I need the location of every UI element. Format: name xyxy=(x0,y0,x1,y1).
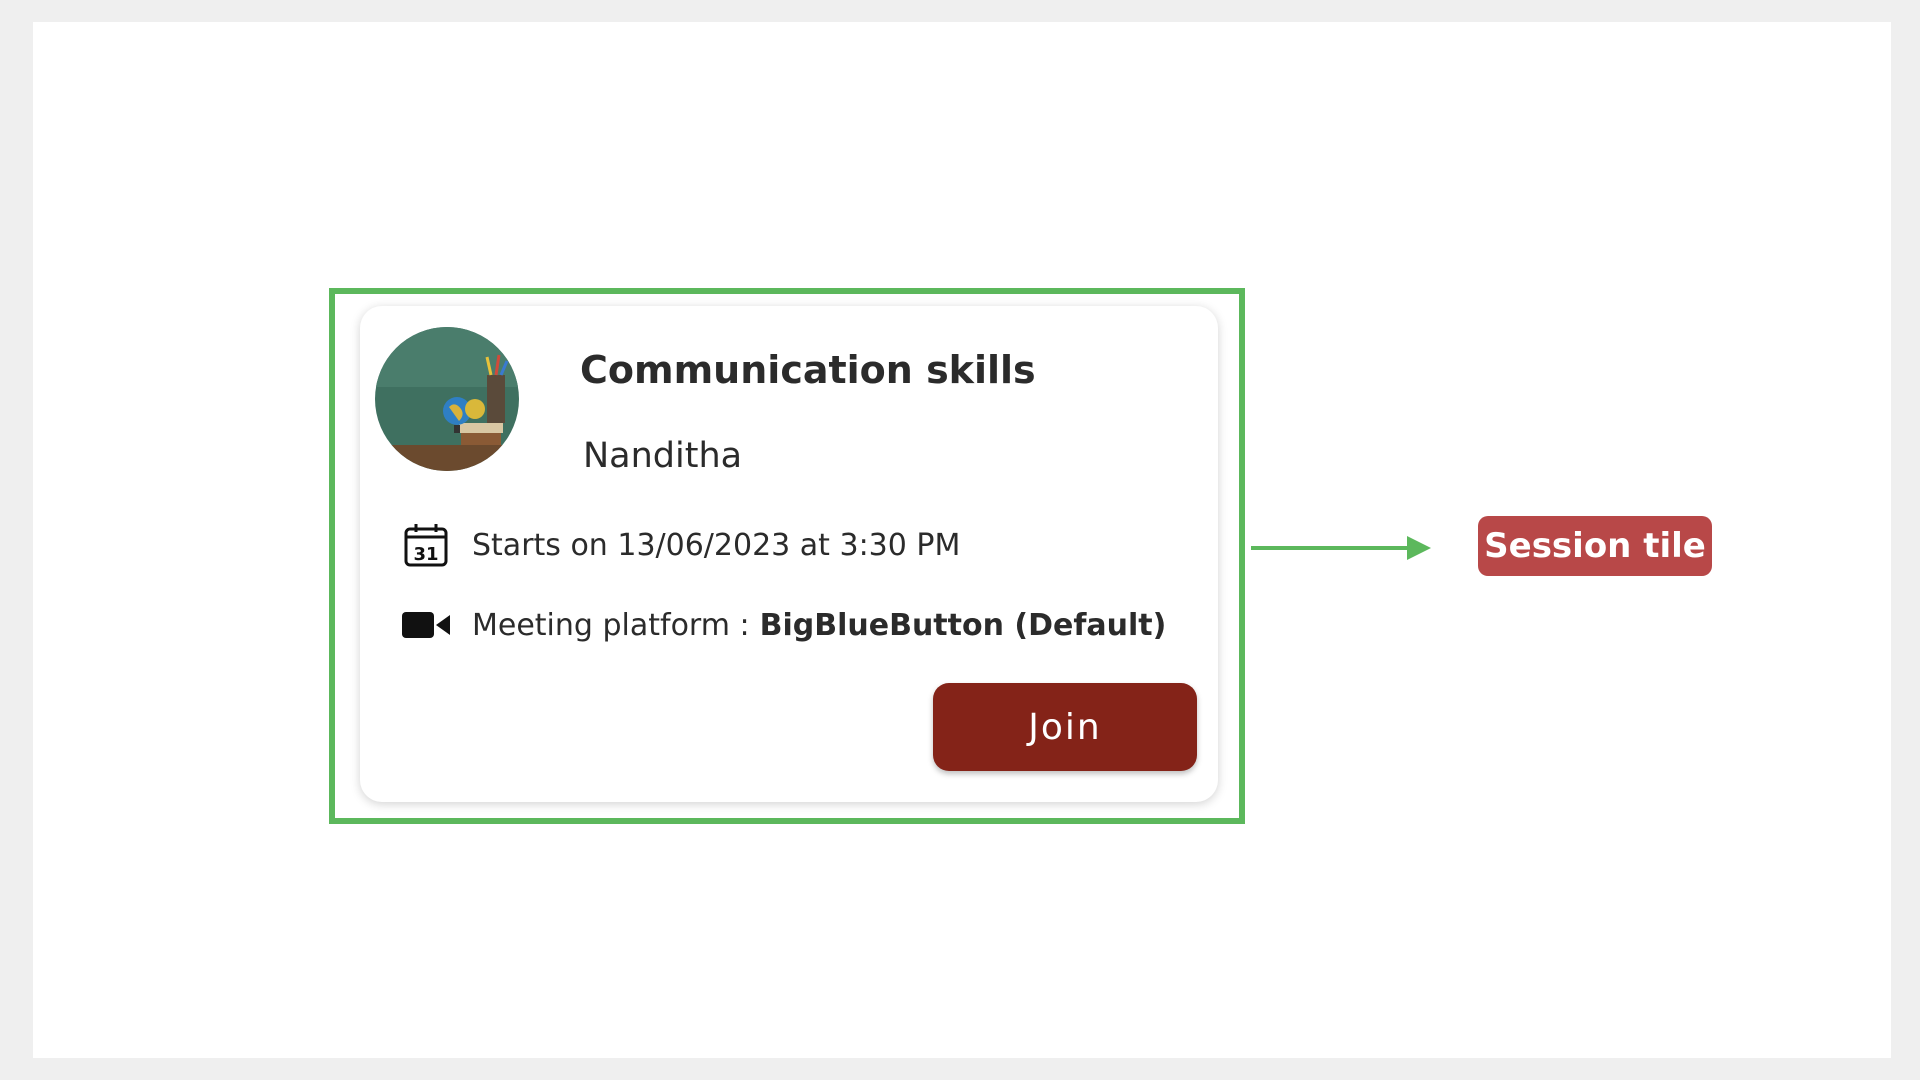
calendar-icon: 31 xyxy=(402,521,450,569)
calendar-day-text: 31 xyxy=(413,544,438,565)
session-date-text: Starts on 13/06/2023 at 3:30 PM xyxy=(472,527,961,563)
meeting-platform-row: Meeting platform : BigBlueButton (Defaul… xyxy=(402,601,1166,649)
session-tile-callout: Session tile xyxy=(1478,516,1712,576)
mentor-name: Nanditha xyxy=(583,436,743,476)
session-image xyxy=(375,327,519,471)
session-date-row: 31 Starts on 13/06/2023 at 3:30 PM xyxy=(402,521,960,569)
join-button[interactable]: Join xyxy=(933,683,1197,771)
video-camera-icon xyxy=(402,601,450,649)
session-title: Communication skills xyxy=(580,348,1036,392)
meeting-platform-value: BigBlueButton (Default) xyxy=(759,607,1167,643)
meeting-platform-label: Meeting platform : xyxy=(472,607,750,643)
session-tile[interactable]: Communication skills Nanditha 31 Starts … xyxy=(360,306,1218,802)
arrow-right-icon xyxy=(1251,536,1431,560)
